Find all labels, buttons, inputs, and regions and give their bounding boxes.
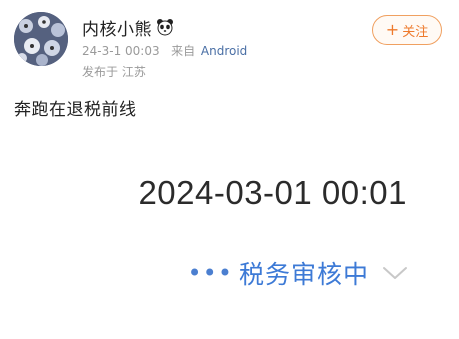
post-text: 奔跑在退税前线: [14, 100, 137, 120]
follow-label: 关注: [402, 24, 429, 40]
plus-icon: +: [385, 20, 400, 39]
datetime-display: 2024-03-01 00:01: [138, 174, 407, 211]
status-dots: •••: [187, 259, 233, 287]
user-name[interactable]: 内核小熊: [82, 15, 152, 40]
user-name-row: 内核小熊: [82, 15, 174, 40]
avatar-image: [14, 12, 68, 66]
post-location: 发布于 江苏: [82, 65, 146, 79]
panda-icon: [156, 18, 174, 36]
chevron-down-icon[interactable]: [381, 263, 409, 283]
source-name[interactable]: Android: [201, 44, 247, 58]
embedded-screenshot[interactable]: 2024-03-01 00:01 ••• 税务审核中: [0, 140, 459, 339]
post-header: 内核小熊 24-3-1 00:03 来自 Android 发布于 江苏 + 关注: [0, 0, 459, 90]
post-meta: 24-3-1 00:03 来自 Android: [82, 42, 247, 59]
avatar[interactable]: [14, 12, 68, 66]
post-timestamp: 24-3-1 00:03: [82, 44, 160, 58]
source-prefix: 来自: [171, 44, 196, 58]
status-text: 税务审核中: [238, 260, 369, 289]
follow-button[interactable]: + 关注: [372, 15, 442, 45]
status-row: ••• 税务审核中: [188, 255, 409, 291]
